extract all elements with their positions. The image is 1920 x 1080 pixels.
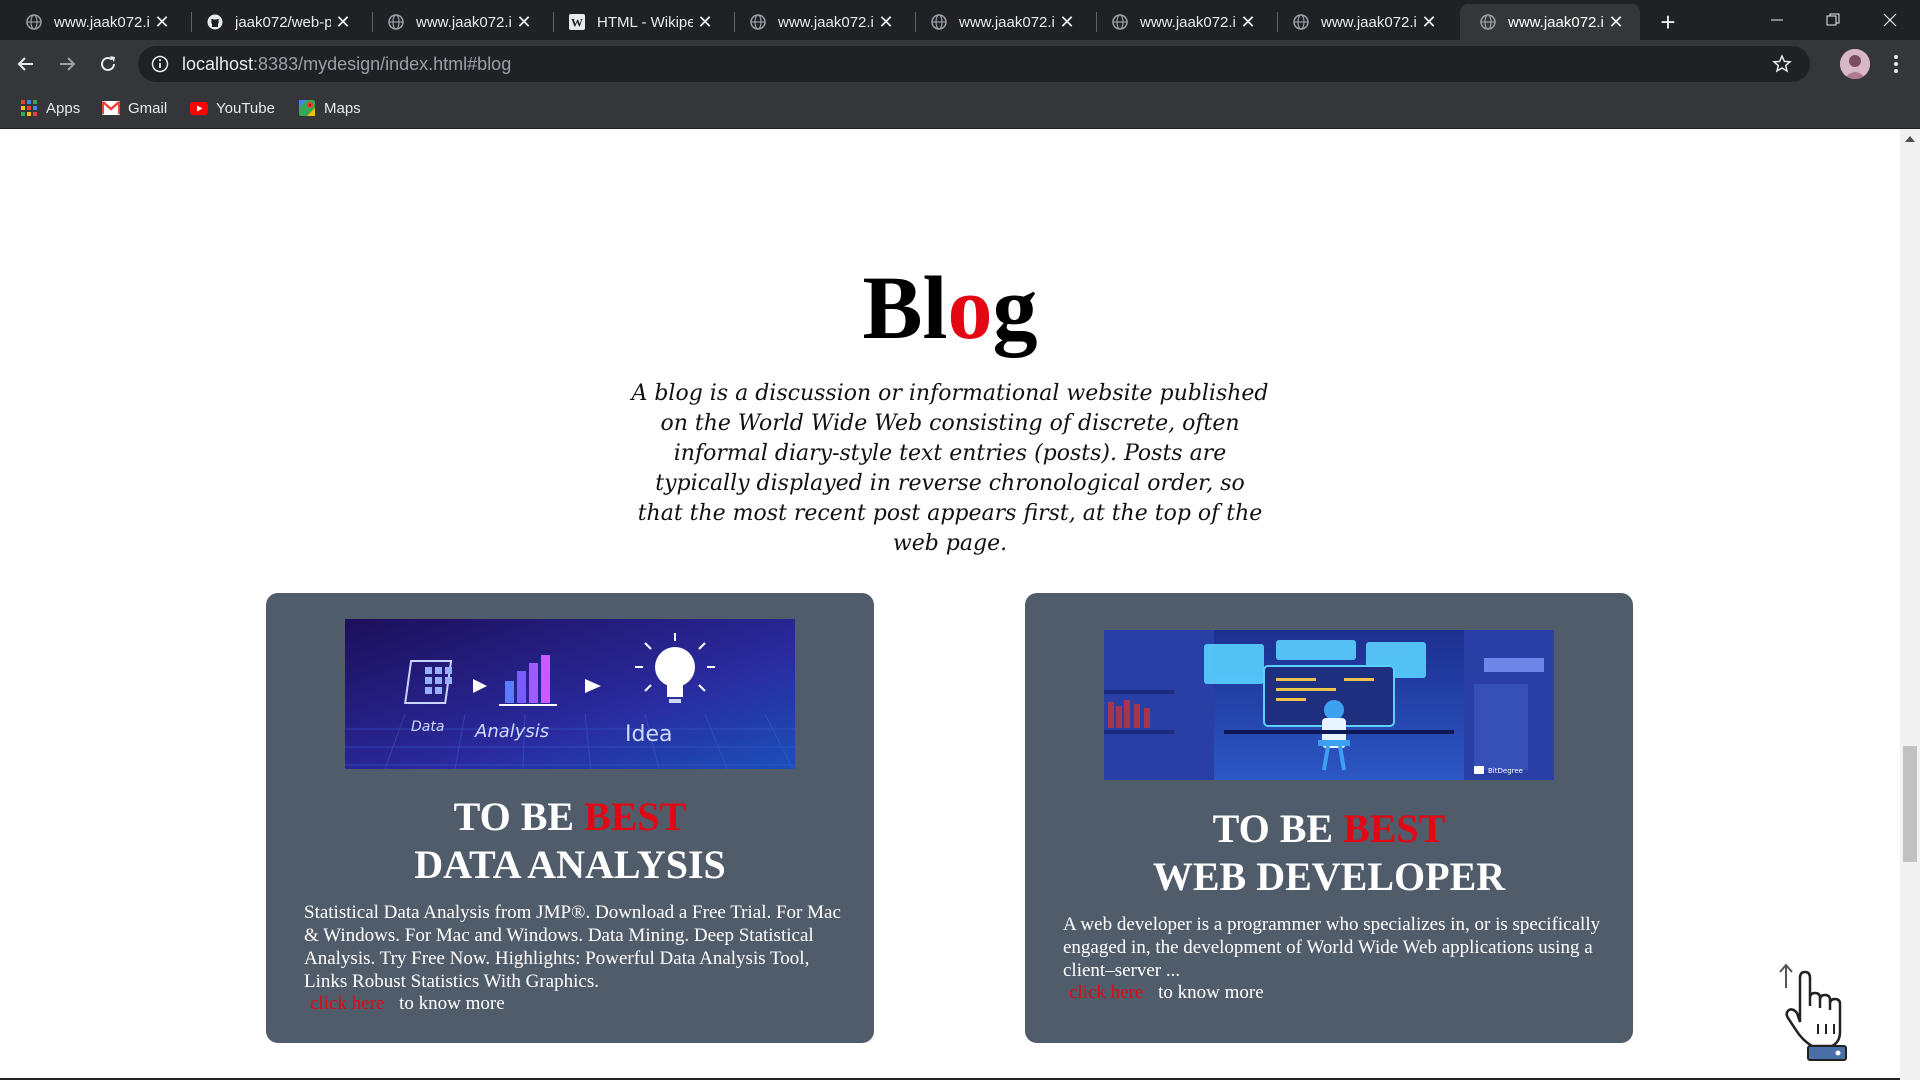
image-label-bitdegree: BitDegree xyxy=(1488,767,1523,775)
github-icon xyxy=(207,14,223,30)
bookmark-label: Gmail xyxy=(128,99,168,117)
bookmarks-bar: Apps Gmail YouTube Maps xyxy=(0,88,1920,129)
bookmark-maps[interactable]: Maps xyxy=(298,96,361,120)
wikipedia-icon: W xyxy=(569,14,585,30)
close-tab-icon[interactable]: ✕ xyxy=(331,10,355,34)
blog-title: Blog xyxy=(862,259,1038,358)
browser-tab[interactable]: www.jaak072.in ✕ xyxy=(1273,4,1453,40)
blog-card-web-developer: BitDegree TO BE BEST WEB DEVELOPER A web… xyxy=(1025,593,1633,1043)
reload-icon[interactable] xyxy=(90,46,126,82)
bookmark-label: Apps xyxy=(46,99,81,117)
click-here-link[interactable]: click here xyxy=(1069,982,1143,1003)
globe-icon xyxy=(1112,14,1128,30)
scroll-thumb[interactable] xyxy=(1903,746,1917,862)
tab-title: jaak072/web-p xyxy=(235,13,331,31)
data-analysis-image: Data Analysis Idea xyxy=(345,619,795,769)
bookmark-gmail[interactable]: Gmail xyxy=(102,96,167,120)
blog-card-data-analysis: Data Analysis Idea TO BE BEST DATA ANALY… xyxy=(266,593,874,1043)
tab-title: www.jaak072.in xyxy=(416,13,512,31)
click-here-link[interactable]: click here xyxy=(310,993,384,1014)
card-subheading: WEB DEVELOPER xyxy=(1152,854,1506,899)
globe-icon xyxy=(750,14,766,30)
back-arrow-icon[interactable] xyxy=(8,46,44,82)
browser-tab[interactable]: W HTML - Wikipe ✕ xyxy=(549,4,729,40)
tab-strip: www.jaak072.in ✕ jaak072/web-p ✕ www.jaa… xyxy=(0,0,1920,40)
tab-title: www.jaak072.in xyxy=(778,13,874,31)
close-tab-icon[interactable]: ✕ xyxy=(1604,10,1628,34)
page-scrollbar[interactable] xyxy=(1900,129,1920,1080)
maps-icon xyxy=(298,99,316,117)
restore-button[interactable] xyxy=(1805,0,1861,40)
new-tab-button[interactable]: + xyxy=(1654,7,1682,37)
browser-tab[interactable]: jaak072/web-p ✕ xyxy=(187,4,367,40)
gmail-icon xyxy=(102,99,120,117)
know-more-text: to know more xyxy=(1158,982,1264,1003)
image-label-data: Data xyxy=(411,719,444,735)
bookmark-label: Maps xyxy=(324,99,361,117)
close-window-button[interactable] xyxy=(1862,0,1918,40)
profile-avatar[interactable] xyxy=(1840,49,1870,79)
globe-icon xyxy=(26,14,42,30)
url-text: localhost:8383/mydesign/index.html#blog xyxy=(182,53,512,74)
browser-tab[interactable]: www.jaak072.in ✕ xyxy=(368,4,548,40)
globe-icon xyxy=(931,14,947,30)
web-developer-image: BitDegree xyxy=(1104,630,1554,780)
browser-tab[interactable]: www.jaak072.in ✕ xyxy=(6,4,186,40)
image-label-analysis: Analysis xyxy=(474,721,549,742)
tab-title: www.jaak072.in xyxy=(1508,13,1604,31)
card-more: click here to know more xyxy=(310,993,505,1015)
browser-toolbar: localhost:8383/mydesign/index.html#blog xyxy=(0,40,1920,88)
card-heading: TO BE BEST xyxy=(1212,806,1446,851)
card-body-text: Statistical Data Analysis from JMP®. Dow… xyxy=(304,902,841,992)
browser-tab[interactable]: www.jaak072.in ✕ xyxy=(730,4,910,40)
bookmark-apps[interactable]: Apps xyxy=(20,96,80,120)
tab-title: www.jaak072.in xyxy=(1321,13,1417,31)
apps-grid-icon xyxy=(20,99,38,117)
tab-title: www.jaak072.in xyxy=(1140,13,1236,31)
bookmark-label: YouTube xyxy=(216,99,275,117)
close-tab-icon[interactable]: ✕ xyxy=(1236,10,1260,34)
card-more: click here to know more xyxy=(1069,982,1264,1004)
page-viewport: Blog A blog is a discussion or informati… xyxy=(0,129,1920,1080)
image-label-idea: Idea xyxy=(625,722,672,747)
close-tab-icon[interactable]: ✕ xyxy=(874,10,898,34)
menu-kebab-icon[interactable] xyxy=(1882,50,1910,78)
close-tab-icon[interactable]: ✕ xyxy=(693,10,717,34)
browser-tab[interactable]: www.jaak072.in ✕ xyxy=(1092,4,1272,40)
close-tab-icon[interactable]: ✕ xyxy=(1417,10,1441,34)
card-subheading: DATA ANALYSIS xyxy=(414,842,726,887)
card-heading: TO BE BEST xyxy=(453,794,687,839)
globe-icon xyxy=(1293,14,1309,30)
close-tab-icon[interactable]: ✕ xyxy=(512,10,536,34)
info-icon[interactable] xyxy=(150,54,170,74)
address-bar[interactable]: localhost:8383/mydesign/index.html#blog xyxy=(138,46,1810,82)
scroll-up-arrow-icon[interactable] xyxy=(1904,133,1916,145)
blog-description: A blog is a discussion or informational … xyxy=(631,381,1269,556)
forward-arrow-icon[interactable] xyxy=(49,46,85,82)
minimize-button[interactable] xyxy=(1749,0,1805,40)
card-body-text: A web developer is a programmer who spec… xyxy=(1063,914,1601,981)
scroll-to-top-hand-icon[interactable] xyxy=(1772,962,1854,1062)
tab-title: www.jaak072.in xyxy=(54,13,150,31)
youtube-icon xyxy=(190,99,208,117)
close-tab-icon[interactable]: ✕ xyxy=(1055,10,1079,34)
bookmark-star-icon[interactable] xyxy=(1770,52,1794,76)
svg-text:W: W xyxy=(571,16,583,30)
globe-icon xyxy=(1480,14,1496,30)
close-tab-icon[interactable]: ✕ xyxy=(150,10,174,34)
know-more-text: to know more xyxy=(399,993,505,1014)
tab-title: HTML - Wikipe xyxy=(597,13,693,31)
tab-title: www.jaak072.in xyxy=(959,13,1055,31)
globe-icon xyxy=(388,14,404,30)
bookmark-youtube[interactable]: YouTube xyxy=(190,96,275,120)
browser-tab-active[interactable]: www.jaak072.in ✕ xyxy=(1460,4,1640,40)
browser-tab[interactable]: www.jaak072.in ✕ xyxy=(911,4,1091,40)
